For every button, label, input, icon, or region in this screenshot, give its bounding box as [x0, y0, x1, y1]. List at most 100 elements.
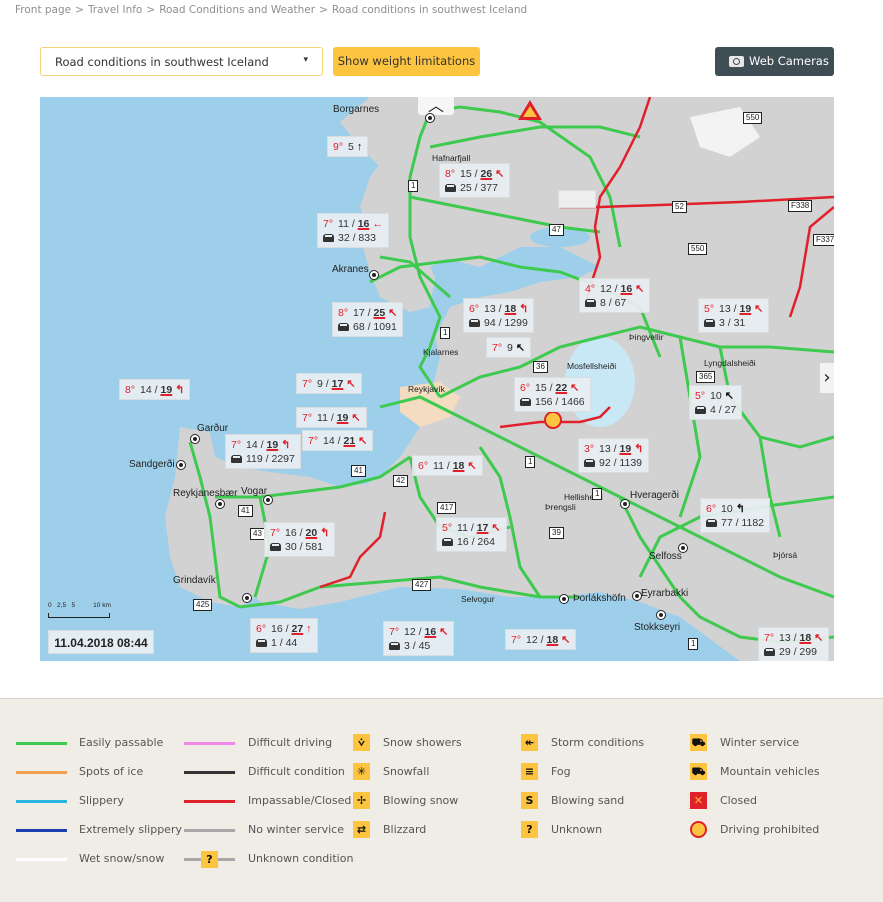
- station-wind: 11 /: [317, 412, 334, 424]
- town-marker[interactable]: [425, 113, 435, 123]
- roadwork-warning-icon[interactable]: [518, 100, 542, 120]
- station-wind: 16 /: [285, 527, 303, 539]
- region-select[interactable]: Road conditions in southwest Iceland ▾: [40, 47, 323, 76]
- station-traffic: 119 / 2297: [246, 453, 295, 465]
- empty-station-box[interactable]: [558, 190, 596, 208]
- weather-station[interactable]: 3° 13 / 19 ↰ 92 / 1139: [578, 438, 650, 473]
- place-label: Kjalarnes: [423, 347, 459, 357]
- weather-station[interactable]: 6° 10 ↰ 77 / 1182: [700, 498, 771, 533]
- collapse-map-button[interactable]: ︿: [418, 97, 454, 115]
- web-cameras-button[interactable]: Web Cameras: [715, 47, 834, 76]
- wind-direction-icon: ↖: [561, 634, 571, 646]
- weather-station[interactable]: 7° 12 / 18 ↖: [505, 629, 577, 650]
- station-gust: 18: [452, 460, 465, 472]
- closed-icon: ✕: [690, 792, 707, 809]
- weather-station[interactable]: 5° 10 ↖ 4 / 27: [689, 385, 743, 420]
- breadcrumb-road-conditions[interactable]: Road Conditions and Weather: [159, 4, 315, 16]
- town-marker[interactable]: [369, 270, 379, 280]
- weather-station[interactable]: 6° 13 / 18 ↰ 94 / 1299: [463, 298, 535, 333]
- town-marker[interactable]: [656, 610, 666, 620]
- weather-station[interactable]: 6° 11 / 18 ↖: [412, 455, 483, 476]
- storm-conditions-icon: ↞: [521, 734, 538, 751]
- station-temp: 5°: [442, 522, 453, 534]
- town-marker[interactable]: [263, 495, 273, 505]
- station-gust: 21: [343, 435, 356, 447]
- car-icon: [338, 323, 349, 331]
- show-weight-limitations-button[interactable]: Show weight limitations: [333, 47, 480, 76]
- station-gust: 18: [799, 632, 812, 644]
- map-scale: 0 2,5 5 10 km: [48, 602, 111, 618]
- station-traffic: 94 / 1299: [484, 317, 528, 329]
- weather-station[interactable]: 7° 11 / 16 ← 32 / 833: [317, 213, 390, 248]
- weather-station[interactable]: 7° 11 / 19 ↖: [296, 407, 367, 428]
- next-map-button[interactable]: ›: [820, 363, 834, 393]
- station-temp: 9°: [333, 141, 344, 153]
- town-marker[interactable]: [559, 594, 569, 604]
- road-number: 43: [250, 528, 265, 540]
- station-temp: 3°: [584, 443, 595, 455]
- weather-station[interactable]: 9° 5 ↑: [327, 136, 369, 157]
- legend-label: Blizzard: [383, 823, 427, 836]
- road-number: 52: [672, 201, 687, 213]
- place-label: Þjórsá: [773, 550, 798, 560]
- town-marker[interactable]: [678, 543, 688, 553]
- station-traffic: 8 / 67: [600, 297, 627, 309]
- driving-prohibited-marker[interactable]: [544, 411, 562, 429]
- weather-station[interactable]: 7° 14 / 21 ↖: [302, 430, 374, 451]
- station-traffic: 1 / 44: [271, 637, 298, 649]
- legend-label: Easily passable: [79, 736, 164, 749]
- station-temp: 5°: [704, 303, 715, 315]
- station-wind: 15 /: [460, 168, 478, 180]
- town-marker[interactable]: [176, 460, 186, 470]
- breadcrumb-travel-info[interactable]: Travel Info: [88, 4, 142, 16]
- weather-station[interactable]: 7° 16 / 20 ↰ 30 / 581: [264, 522, 336, 557]
- weather-station[interactable]: 5° 11 / 17 ↖ 16 / 264: [436, 517, 507, 552]
- road-conditions-map[interactable]: ︿ › Borgarnes Hafnarfjall Akranes Kjalar…: [40, 97, 834, 661]
- scale-bar: [48, 613, 110, 618]
- weather-station[interactable]: 6° 16 / 27 ↑ 1 / 44: [250, 618, 318, 653]
- weather-station[interactable]: 8° 14 / 19 ↰: [119, 379, 191, 400]
- legend-label: Wet snow/snow: [79, 852, 165, 865]
- place-label: Garður: [197, 423, 229, 434]
- legend-label: Difficult driving: [248, 736, 333, 749]
- station-temp: 7°: [231, 439, 242, 451]
- weather-station[interactable]: 7° 14 / 19 ↰ 119 / 2297: [225, 434, 301, 469]
- mountain-vehicles-icon: ⛟: [690, 763, 707, 780]
- station-wind: 14 /: [323, 435, 341, 447]
- weather-station[interactable]: 7° 12 / 16 ↖ 3 / 45: [383, 621, 455, 656]
- road-number: 39: [549, 527, 564, 539]
- wind-direction-icon: ↰: [634, 443, 644, 455]
- station-wind: 11 /: [433, 460, 450, 472]
- legend-label: Closed: [720, 794, 757, 807]
- place-label: Selfoss: [649, 551, 682, 562]
- town-marker[interactable]: [620, 499, 630, 509]
- blowing-sand-icon: S: [521, 792, 538, 809]
- weather-station[interactable]: 7° 13 / 18 ↖ 29 / 299: [758, 627, 830, 661]
- weather-station[interactable]: 7° 9 / 17 ↖: [296, 373, 362, 394]
- town-marker[interactable]: [190, 434, 200, 444]
- road-number: 417: [437, 502, 457, 514]
- place-label: Þorlákshöfn: [573, 593, 626, 604]
- station-wind: 14 /: [246, 439, 264, 451]
- station-wind: 10: [721, 503, 733, 515]
- weather-station[interactable]: 5° 13 / 19 ↖ 3 / 31: [698, 298, 770, 333]
- town-marker[interactable]: [632, 591, 642, 601]
- wind-direction-icon: ↖: [635, 283, 645, 295]
- blowing-snow-icon: ✢: [353, 792, 370, 809]
- weather-station[interactable]: 8° 17 / 25 ↖ 68 / 1091: [332, 302, 404, 337]
- station-wind: 13 /: [484, 303, 502, 315]
- town-marker[interactable]: [215, 499, 225, 509]
- station-gust: 19: [336, 412, 349, 424]
- weather-station[interactable]: 7° 9 ↖: [486, 337, 532, 358]
- car-icon: [520, 398, 531, 406]
- weather-station[interactable]: 4° 12 / 16 ↖ 8 / 67: [579, 278, 651, 313]
- wind-direction-icon: ↖: [814, 632, 824, 644]
- breadcrumb-front-page[interactable]: Front page: [15, 4, 71, 16]
- weather-station[interactable]: 6° 15 / 22 ↖ 156 / 1466: [514, 377, 591, 412]
- weather-station[interactable]: 8° 15 / 26 ↖ 25 / 377: [439, 163, 511, 198]
- station-temp: 7°: [302, 378, 313, 390]
- town-marker[interactable]: [242, 593, 252, 603]
- station-wind: 13 /: [599, 443, 617, 455]
- wind-direction-icon: ↖: [515, 342, 526, 354]
- place-label: Selvogur: [461, 594, 495, 604]
